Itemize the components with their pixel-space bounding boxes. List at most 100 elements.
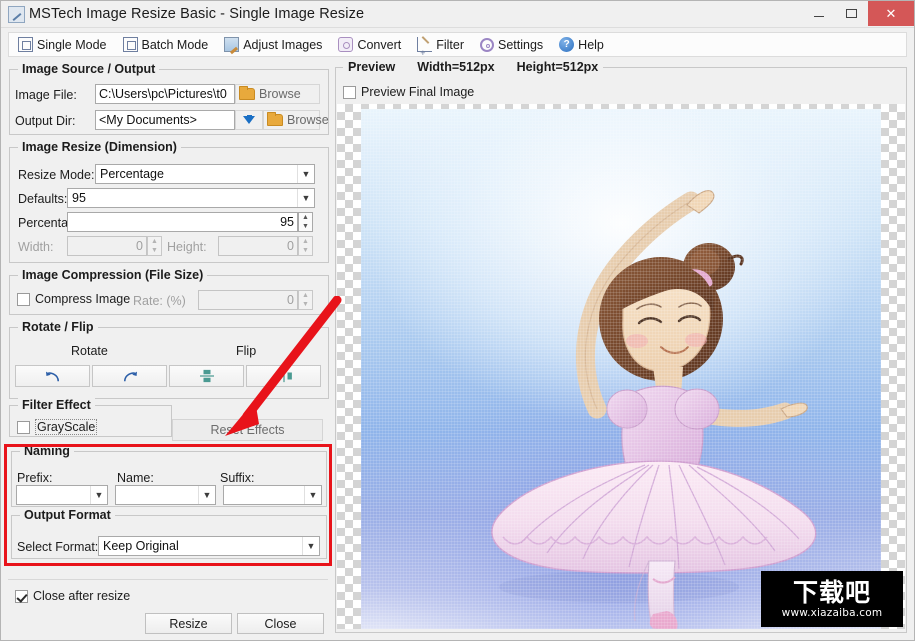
grayscale-checkbox[interactable]: GrayScale: [17, 419, 97, 435]
convert-camera-icon: [338, 37, 353, 52]
checkbox-box: [343, 86, 356, 99]
watermark-url-text: www.xiazaiba.com: [782, 607, 883, 619]
toolbar-label: Settings: [498, 38, 543, 52]
spinner-up-icon[interactable]: ▲: [299, 237, 312, 246]
defaults-select[interactable]: 95 ▼: [67, 188, 315, 208]
application-window: MSTech Image Resize Basic - Single Image…: [0, 0, 915, 641]
spinner-down-icon[interactable]: ▼: [299, 246, 312, 255]
output-dir-input[interactable]: <My Documents>: [95, 110, 235, 130]
reset-effects-button[interactable]: Reset Effects: [172, 419, 323, 441]
preview-final-image-checkbox[interactable]: Preview Final Image: [343, 85, 474, 99]
group-legend: Filter Effect: [18, 398, 95, 412]
rate-spinner[interactable]: ▲ ▼: [298, 290, 313, 310]
compress-image-label: Compress Image: [35, 292, 130, 306]
crop-icon: [123, 37, 138, 52]
resize-mode-label: Resize Mode:: [18, 168, 94, 182]
minimize-button[interactable]: [802, 1, 835, 26]
chevron-down-icon: ▼: [302, 537, 319, 555]
preview-image: [361, 109, 881, 629]
grayscale-label: GrayScale: [35, 419, 97, 435]
resize-button[interactable]: Resize: [145, 613, 232, 634]
rotate-left-button[interactable]: [15, 365, 90, 387]
rotate-ccw-icon: [44, 369, 62, 383]
defaults-label: Defaults:: [18, 192, 67, 206]
group-legend: Image Compression (File Size): [18, 268, 207, 282]
toolbar-item-adjust-images[interactable]: Adjust Images: [221, 34, 331, 56]
flip-vertical-icon: [198, 369, 216, 383]
percentage-input[interactable]: 95: [67, 212, 298, 232]
output-dir-browse-button[interactable]: Browse: [263, 110, 320, 130]
toolbar-label: Batch Mode: [142, 38, 209, 52]
checkbox-box: [15, 590, 28, 603]
rate-input[interactable]: 0: [198, 290, 298, 310]
prefix-select[interactable]: ▼: [16, 485, 108, 505]
height-spinner[interactable]: ▲ ▼: [298, 236, 313, 256]
toolbar-item-help[interactable]: ? Help: [556, 34, 613, 56]
select-format-select[interactable]: Keep Original ▼: [98, 536, 320, 556]
main-toolbar: Single Mode Batch Mode Adjust Images Con…: [8, 32, 907, 57]
group-legend: Image Source / Output: [18, 62, 159, 76]
rotate-right-button[interactable]: [92, 365, 167, 387]
toolbar-item-filter[interactable]: Filter: [414, 34, 473, 56]
width-label: Width:: [18, 240, 53, 254]
group-legend: Rotate / Flip: [18, 320, 98, 334]
defaults-value: 95: [68, 191, 297, 205]
close-button-footer[interactable]: Close: [237, 613, 324, 634]
toolbar-item-convert[interactable]: Convert: [335, 34, 410, 56]
toolbar-item-batch-mode[interactable]: Batch Mode: [120, 34, 218, 56]
compress-image-checkbox[interactable]: Compress Image: [17, 292, 130, 306]
width-spinner[interactable]: ▲ ▼: [147, 236, 162, 256]
chevron-down-icon: ▼: [297, 189, 314, 207]
select-format-value: Keep Original: [99, 539, 302, 553]
resize-mode-select[interactable]: Percentage ▼: [95, 164, 315, 184]
preview-canvas[interactable]: 下载吧 www.xiazaiba.com: [337, 104, 905, 629]
chevron-down-icon: ▼: [198, 486, 215, 504]
watermark-cn-text: 下载吧: [793, 580, 871, 605]
preview-legend: Preview Width=512px Height=512px: [343, 60, 603, 74]
resize-mode-value: Percentage: [96, 167, 297, 181]
app-icon: [8, 6, 25, 23]
flip-horizontal-button[interactable]: [246, 365, 321, 387]
name-select[interactable]: ▼: [115, 485, 216, 505]
spinner-up-icon[interactable]: ▲: [148, 237, 161, 246]
close-after-resize-label: Close after resize: [33, 589, 130, 603]
output-dir-dropdown-button[interactable]: [235, 110, 263, 130]
suffix-label: Suffix:: [220, 471, 255, 485]
checkbox-box: [17, 293, 30, 306]
spinner-down-icon[interactable]: ▼: [299, 222, 312, 231]
maximize-button[interactable]: [835, 1, 868, 26]
group-rotate-flip: Rotate / Flip: [9, 327, 329, 399]
percentage-spinner[interactable]: ▲ ▼: [298, 212, 313, 232]
toolbar-label: Help: [578, 38, 604, 52]
close-after-resize-checkbox[interactable]: Close after resize: [15, 589, 130, 603]
toolbar-label: Convert: [357, 38, 401, 52]
spinner-down-icon[interactable]: ▼: [148, 246, 161, 255]
image-file-input[interactable]: C:\Users\pc\Pictures\t0: [95, 84, 235, 104]
folder-icon: [239, 88, 255, 100]
close-button[interactable]: ✕: [868, 1, 914, 26]
prefix-label: Prefix:: [17, 471, 52, 485]
height-label: Height:: [167, 240, 207, 254]
spinner-down-icon[interactable]: ▼: [299, 300, 312, 309]
chevron-down-icon: ▼: [297, 165, 314, 183]
title-bar: MSTech Image Resize Basic - Single Image…: [1, 1, 914, 28]
group-legend: Image Resize (Dimension): [18, 140, 181, 154]
output-dir-label: Output Dir:: [15, 114, 75, 128]
filter-pen-icon: [417, 37, 432, 52]
flip-vertical-button[interactable]: [169, 365, 244, 387]
spinner-up-icon[interactable]: ▲: [299, 291, 312, 300]
crop-icon: [18, 37, 33, 52]
toolbar-item-single-mode[interactable]: Single Mode: [15, 34, 116, 56]
browse-label: Browse: [259, 87, 301, 101]
help-icon: ?: [559, 37, 574, 52]
window-controls: ✕: [802, 1, 914, 26]
toolbar-item-settings[interactable]: Settings: [477, 34, 552, 56]
width-input[interactable]: 0: [67, 236, 147, 256]
rotate-label: Rotate: [71, 344, 108, 358]
height-input[interactable]: 0: [218, 236, 298, 256]
image-file-browse-button[interactable]: Browse: [235, 84, 320, 104]
preview-label: Preview: [348, 60, 395, 74]
spinner-up-icon[interactable]: ▲: [299, 213, 312, 222]
suffix-select[interactable]: ▼: [223, 485, 322, 505]
group-legend: Naming: [20, 444, 74, 458]
